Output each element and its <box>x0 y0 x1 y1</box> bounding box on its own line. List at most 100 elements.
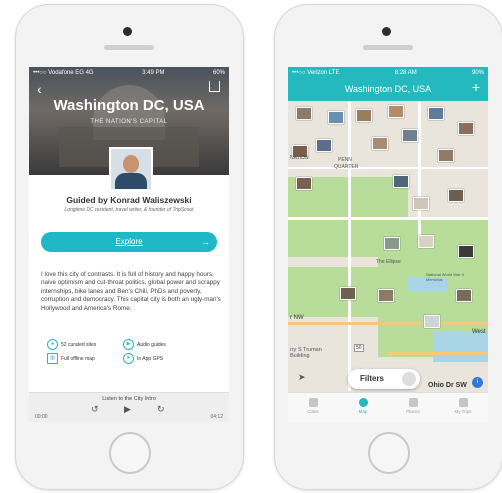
suitcase-icon <box>458 398 468 407</box>
guide-avatar <box>109 147 153 191</box>
camera <box>123 27 132 36</box>
feature-label: Full offline map <box>61 355 95 362</box>
tab-label: Cities <box>307 409 319 414</box>
map-label: Ohio Dr SW <box>428 382 467 389</box>
places-icon <box>408 398 418 407</box>
tab-map[interactable]: Map <box>338 393 388 422</box>
filters-button[interactable]: Filters <box>348 369 420 389</box>
tab-my-trips[interactable]: My Trips <box>438 393 488 422</box>
map-label: NATION <box>290 155 309 161</box>
status-time: 8:28 AM <box>394 70 417 76</box>
share-icon[interactable] <box>209 81 220 92</box>
place-photo[interactable] <box>378 289 394 302</box>
total-time: 04:12 <box>210 414 223 420</box>
road <box>348 101 351 391</box>
place-photo[interactable] <box>438 149 454 162</box>
guide-bio: Longtime DC resident, travel writer, & f… <box>64 207 194 213</box>
tab-bar: Cities Map Places My Trips <box>288 392 488 422</box>
filters-label: Filters <box>360 374 385 383</box>
phone-right: NATION PENN QUARTER The Ellipse National… <box>274 4 502 490</box>
status-battery: 90% <box>471 70 484 76</box>
tab-cities[interactable]: Cities <box>288 393 338 422</box>
city-guide-screen: •••○○ Vodafone EG 4G 3:49 PM 60% ‹ Washi… <box>29 67 229 422</box>
feature-label: 52 curated sites <box>61 341 97 348</box>
info-icon[interactable]: i <box>472 377 483 388</box>
nav-bar: •••○○ Verizon LTE 8:28 AM 90% Washington… <box>288 67 488 101</box>
status-time: 3:49 PM <box>142 70 165 76</box>
back-icon[interactable]: ‹ <box>37 81 42 97</box>
speaker <box>363 45 413 50</box>
add-icon[interactable]: + <box>472 79 480 95</box>
place-photo[interactable] <box>393 175 409 188</box>
map-icon: ▥ <box>47 353 58 364</box>
map-title: Washington DC, USA <box>344 84 432 94</box>
status-carrier: •••○○ Vodafone EG 4G <box>33 70 94 76</box>
place-photo[interactable] <box>328 111 344 124</box>
feature-audio-guides: ▶ Audio guides <box>123 339 166 350</box>
city-title: Washington DC, USA <box>53 97 205 114</box>
tab-label: My Trips <box>454 409 472 414</box>
feature-gps: ➤ In App GPS <box>123 353 163 364</box>
tidal-basin <box>433 332 488 362</box>
map-label: QUARTER <box>334 164 359 170</box>
highway <box>388 352 488 355</box>
location-arrow-icon[interactable]: ➤ <box>298 372 306 383</box>
player-title: Listen to the City Intro <box>102 396 156 402</box>
camera <box>382 27 391 36</box>
guide-name: Guided by Konrad Waliszewski <box>66 195 192 205</box>
explore-label: Explore <box>115 237 143 246</box>
feature-curated-sites: ● 52 curated sites <box>47 339 96 350</box>
cities-icon <box>308 398 318 407</box>
pin-icon: ● <box>47 339 58 350</box>
speaker <box>104 45 154 50</box>
place-photo[interactable] <box>418 235 434 248</box>
feature-offline-map: ▥ Full offline map <box>47 353 95 364</box>
phone-left: •••○○ Vodafone EG 4G 3:49 PM 60% ‹ Washi… <box>15 4 244 490</box>
place-photo[interactable] <box>372 137 388 150</box>
place-photo[interactable] <box>413 197 429 210</box>
home-button[interactable] <box>109 432 151 474</box>
place-photo[interactable] <box>296 177 312 190</box>
place-photo[interactable] <box>428 107 444 120</box>
forward-icon[interactable]: ↻ <box>157 404 165 415</box>
place-photo[interactable] <box>316 139 332 152</box>
map-label: r NW <box>290 315 304 321</box>
explore-button[interactable]: Explore → <box>41 232 217 252</box>
city-description: I love this city of contrasts. It is ful… <box>41 271 221 312</box>
city-subtitle: THE NATION'S CAPITAL <box>90 119 168 125</box>
place-photo[interactable] <box>402 129 418 142</box>
place-photo[interactable] <box>458 122 474 135</box>
place-photo[interactable] <box>296 107 312 120</box>
map-screen: NATION PENN QUARTER The Ellipse National… <box>288 67 488 422</box>
place-photo[interactable] <box>388 105 404 118</box>
route-shield: 50 <box>354 344 364 352</box>
place-photo[interactable] <box>384 237 400 250</box>
road <box>418 101 421 241</box>
map-label: National World War II Memorial <box>426 272 464 282</box>
status-bar: •••○○ Vodafone EG 4G 3:49 PM 60% <box>29 67 229 79</box>
place-photo[interactable] <box>456 289 472 302</box>
status-bar: •••○○ Verizon LTE 8:28 AM 90% <box>288 67 488 79</box>
elapsed-time: 00:00 <box>35 414 48 420</box>
road <box>288 167 488 169</box>
tab-label: Map <box>358 409 368 414</box>
place-photo[interactable] <box>424 315 440 328</box>
place-photo[interactable] <box>458 245 474 258</box>
place-photo[interactable] <box>340 287 356 300</box>
tab-places[interactable]: Places <box>388 393 438 422</box>
home-button[interactable] <box>368 432 410 474</box>
filters-toggle[interactable] <box>402 372 416 386</box>
park-area <box>288 267 378 317</box>
map-label: West <box>472 329 486 335</box>
arrow-right-icon: → <box>201 237 210 247</box>
play-icon[interactable]: ▶ <box>124 404 131 415</box>
rewind-icon[interactable]: ↺ <box>91 404 99 415</box>
audio-icon: ▶ <box>123 339 134 350</box>
feature-label: Audio guides <box>137 341 166 348</box>
place-photo[interactable] <box>448 189 464 202</box>
tab-label: Places <box>406 409 420 414</box>
place-photo[interactable] <box>356 109 372 122</box>
feature-label: In App GPS <box>137 355 164 362</box>
globe-icon <box>358 398 368 407</box>
map-label: rry S Truman Building <box>290 347 322 359</box>
